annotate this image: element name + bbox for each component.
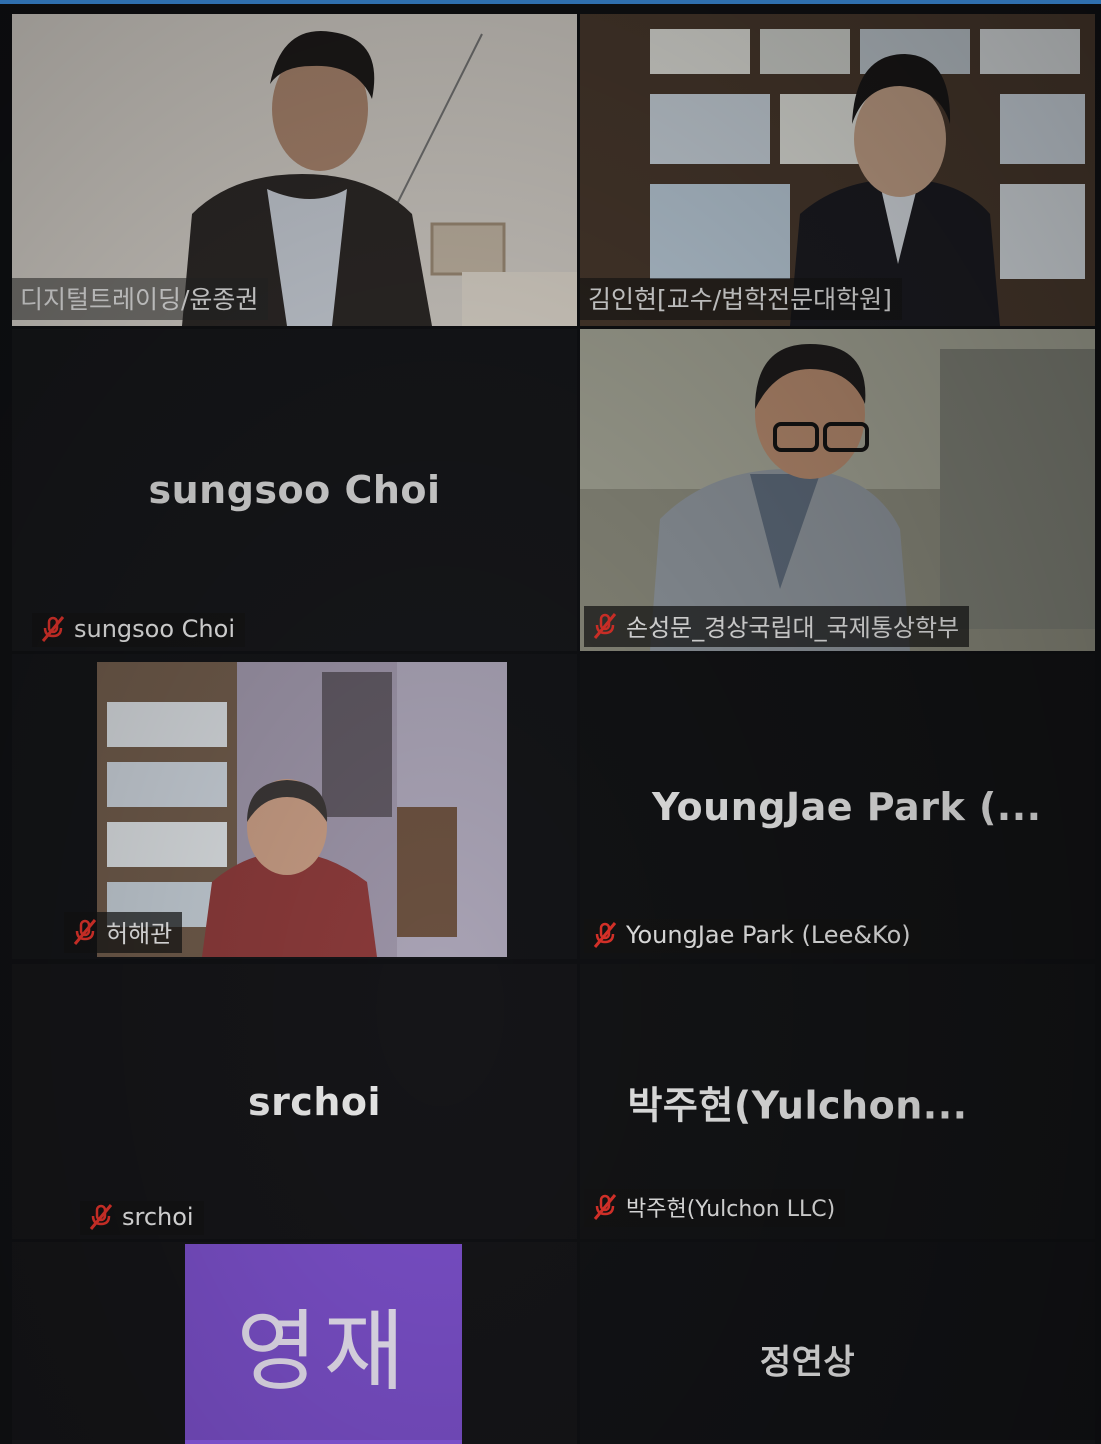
participant-big-name: sungsoo Choi [148, 468, 441, 512]
muted-mic-icon [593, 612, 617, 639]
participant-tile-heo[interactable]: 허해관 [12, 654, 577, 959]
participant-tile-jung[interactable]: 정연상 [580, 1242, 1095, 1444]
participant-name-tag: 김인현[교수/법학전문대학원] [580, 278, 902, 320]
muted-mic-icon [593, 1194, 617, 1220]
participant-tile-parkjoohyun[interactable]: 박주현(Yulchon... 박주현(Yulchon LLC) [580, 964, 1095, 1239]
participant-big-name: 정연상 [759, 1342, 856, 1383]
participant-big-name: YoungJae Park (... [652, 784, 1042, 829]
participant-tile-sungsoo[interactable]: sungsoo Choi sungsoo Choi [12, 329, 577, 651]
video-feed-son [580, 329, 1095, 651]
muted-mic-icon [593, 922, 617, 948]
participant-tile-youngjae[interactable]: YoungJae Park (... YoungJae Park (Lee&Ko… [580, 654, 1095, 959]
participant-name-tag: sungsoo Choi [32, 613, 245, 647]
participant-big-name: 박주현(Yulchon... [627, 1083, 968, 1127]
muted-mic-icon [41, 616, 65, 642]
participant-name: srchoi [122, 1203, 194, 1231]
participant-name-tag: 디지털트레이딩/윤종권 [12, 278, 269, 320]
participant-name: 허해관 [106, 920, 173, 948]
participant-name: 손성문_경상국립대_국제통상학부 [626, 614, 960, 642]
participant-name: sungsoo Choi [74, 615, 235, 643]
participant-name-tag: srchoi [80, 1201, 204, 1235]
participant-name: 김인현[교수/법학전문대학원] [588, 285, 892, 314]
participant-name-tag: 손성문_경상국립대_국제통상학부 [584, 606, 970, 647]
participant-tile-son[interactable]: 손성문_경상국립대_국제통상학부 [580, 329, 1095, 651]
participant-tile-kim[interactable]: 김인현[교수/법학전문대학원] [580, 14, 1095, 326]
participant-name-tag: 허해관 [64, 912, 183, 953]
participant-tile-yoon[interactable]: 디지털트레이딩/윤종권 [12, 14, 577, 326]
participant-tile-srchoi[interactable]: srchoi srchoi [12, 964, 577, 1239]
participant-tile-youngjae-avatar[interactable]: 영재 [12, 1242, 577, 1444]
muted-mic-icon [73, 918, 97, 945]
zoom-gallery-view: 디지털트레이딩/윤종권 김인현[교수/법학전문대학원] sungsoo Choi [0, 0, 1101, 1444]
muted-mic-icon [89, 1204, 113, 1230]
participant-name-tag: 박주현(Yulchon LLC) [584, 1189, 846, 1227]
participant-big-name: srchoi [247, 1079, 382, 1124]
participant-name: 디지털트레이딩/윤종권 [20, 285, 259, 314]
avatar: 영재 [185, 1244, 462, 1444]
participant-name-tag: YoungJae Park (Lee&Ko) [584, 919, 921, 953]
participant-name: 박주현(Yulchon LLC) [626, 1197, 836, 1222]
participant-name: YoungJae Park (Lee&Ko) [626, 921, 911, 949]
